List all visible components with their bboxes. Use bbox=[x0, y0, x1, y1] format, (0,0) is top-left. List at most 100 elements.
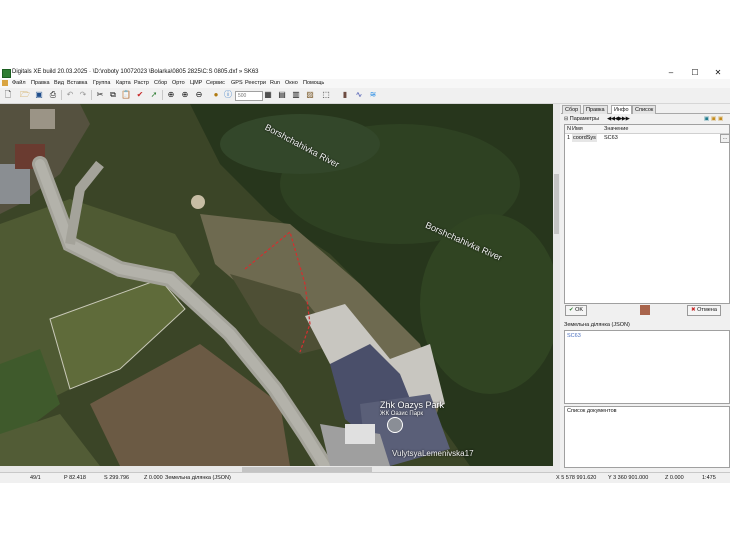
documents-list[interactable]: Список документов bbox=[564, 406, 730, 468]
ok-button[interactable]: ✔ OK bbox=[565, 305, 588, 316]
tab-info[interactable]: Инфо bbox=[611, 105, 632, 114]
parameters-row: ⊟ Параметры ◀◀◀▶▶▶ ▣ ▣ ▣ bbox=[564, 115, 728, 123]
info-icon[interactable]: ⓘ bbox=[223, 90, 233, 100]
cell-n: 1 bbox=[567, 135, 571, 141]
cell-value[interactable]: SC63 bbox=[604, 134, 618, 142]
open-icon[interactable]: ▣ bbox=[711, 115, 716, 123]
menu-gps[interactable]: GPS bbox=[231, 80, 243, 86]
status-z2: Z 0.000 bbox=[665, 475, 684, 481]
menu-view[interactable]: Вид bbox=[54, 80, 64, 86]
status-index: 49/1 bbox=[30, 475, 41, 481]
menu-help[interactable]: Помощь bbox=[303, 80, 324, 86]
menu-bar: Файл Правка Вид Вставка Группа Карта Рас… bbox=[0, 79, 730, 88]
status-y: Y 3 360 901.000 bbox=[608, 475, 649, 481]
menu-dem[interactable]: ЦМР bbox=[190, 80, 202, 86]
menu-collect[interactable]: Сбор bbox=[154, 80, 167, 86]
status-z: Z 0.000 bbox=[144, 475, 163, 481]
window-title: Digitals XE build 20.03.2025 · \D:\robot… bbox=[12, 69, 259, 75]
scale-input[interactable]: 500 bbox=[235, 91, 263, 101]
menu-ortho[interactable]: Орто bbox=[172, 80, 185, 86]
tab-list[interactable]: Список bbox=[632, 105, 657, 114]
undo-icon[interactable]: ↶ bbox=[65, 90, 75, 100]
tab-edit[interactable]: Правка bbox=[583, 105, 608, 114]
collapse-icon[interactable]: ⊟ bbox=[564, 116, 568, 122]
layers-icon[interactable]: ▦ bbox=[263, 90, 273, 100]
brush-icon[interactable]: ≋ bbox=[368, 90, 378, 100]
documents-label: Список документов bbox=[567, 408, 617, 414]
menu-edit[interactable]: Правка bbox=[31, 80, 50, 86]
table-icon[interactable]: ▤ bbox=[277, 90, 287, 100]
cancel-button[interactable]: ✖ Отмена bbox=[687, 305, 721, 316]
poi-subname: ЖК Оазис Парк bbox=[380, 411, 424, 417]
check-icon: ✔ bbox=[569, 307, 574, 313]
menu-service[interactable]: Сервис bbox=[206, 80, 225, 86]
menu-file[interactable]: Файл bbox=[12, 80, 26, 86]
paste-icon[interactable]: 📋 bbox=[121, 90, 131, 100]
poi-marker-icon[interactable] bbox=[387, 417, 403, 433]
select-mode-icon[interactable]: ⬚ bbox=[321, 90, 331, 100]
app-icon bbox=[2, 69, 11, 78]
status-area: S 299.796 bbox=[104, 475, 130, 481]
map-vertical-scrollbar[interactable] bbox=[553, 104, 560, 466]
toolbar: 🗋 🗁 ▣ ⎙ ↶ ↷ ✂ ⧉ 📋 ✔ ➚ ⊕ ⊕ ⊖ ● ⓘ 500 ▦ ▤ … bbox=[0, 88, 730, 104]
json-textbox[interactable]: SC63 bbox=[564, 330, 730, 404]
ok-label: OK bbox=[575, 307, 584, 313]
menu-window[interactable]: Окно bbox=[285, 80, 298, 86]
zoom-in-icon[interactable]: ⊕ bbox=[180, 90, 190, 100]
curve-icon[interactable]: ∿ bbox=[354, 90, 364, 100]
map-view[interactable]: Borshchahivka River Borshchahivka River … bbox=[0, 104, 553, 466]
side-panel: Сбор Правка Инфо Список ⊟ Параметры ◀◀◀▶… bbox=[561, 104, 730, 473]
hand-icon[interactable]: ● bbox=[211, 90, 221, 100]
poi-name: Zhk Oazys Park bbox=[380, 400, 445, 410]
menu-group[interactable]: Группа bbox=[93, 80, 110, 86]
header-value: Значение bbox=[604, 126, 629, 132]
copy-icon[interactable]: ⧉ bbox=[108, 90, 118, 100]
grid-header: N Имя Значение bbox=[565, 125, 729, 134]
stamp-icon[interactable]: ▨ bbox=[305, 90, 315, 100]
save-params-icon[interactable]: ▣ bbox=[718, 115, 723, 123]
check-icon[interactable]: ✔ bbox=[135, 90, 145, 100]
cross-icon: ✖ bbox=[691, 307, 696, 313]
header-name: Имя bbox=[572, 126, 583, 132]
image-icon[interactable] bbox=[640, 305, 650, 315]
zoom-out-icon[interactable]: ⊖ bbox=[194, 90, 204, 100]
status-perimeter: P 82.418 bbox=[64, 475, 86, 481]
menu-registry[interactable]: Реестри bbox=[245, 80, 266, 86]
open-folder-icon[interactable]: 🗁 bbox=[20, 90, 30, 100]
close-button[interactable]: ✕ bbox=[707, 66, 729, 79]
panel-tabs: Сбор Правка Инфо Список bbox=[561, 104, 730, 114]
zoom-extents-icon[interactable]: ⊕ bbox=[166, 90, 176, 100]
street-label: VulytsyaLemenivska17 bbox=[392, 449, 474, 458]
print-icon[interactable]: ⎙ bbox=[48, 90, 58, 100]
application-window: Digitals XE build 20.03.2025 · \D:\robot… bbox=[0, 66, 730, 483]
title-bar: Digitals XE build 20.03.2025 · \D:\robot… bbox=[0, 66, 730, 79]
record-nav-icons[interactable]: ◀◀◀▶▶▶ bbox=[607, 115, 630, 123]
settings-icon[interactable]: ▣ bbox=[704, 115, 709, 123]
pointer-icon[interactable]: ➚ bbox=[149, 90, 159, 100]
minimize-button[interactable]: – bbox=[660, 66, 682, 79]
menu-raster[interactable]: Растр bbox=[134, 80, 149, 86]
status-bar: 49/1 P 82.418 S 299.796 Z 0.000 Земельна… bbox=[0, 472, 730, 483]
document-icon bbox=[2, 80, 8, 86]
menu-insert[interactable]: Вставка bbox=[67, 80, 87, 86]
cut-icon[interactable]: ✂ bbox=[95, 90, 105, 100]
status-scale: 1:475 bbox=[702, 475, 716, 481]
table-row[interactable]: 1 coordSys SC63 … bbox=[565, 134, 730, 143]
header-n: N bbox=[567, 126, 571, 132]
menu-map[interactable]: Карта bbox=[116, 80, 131, 86]
tab-collect[interactable]: Сбор bbox=[562, 105, 582, 114]
satellite-image bbox=[0, 104, 553, 466]
status-layer: Земельна ділянка (JSON) bbox=[165, 475, 231, 481]
cell-name: coordSys bbox=[572, 134, 597, 142]
json-value: SC63 bbox=[567, 333, 581, 339]
parameters-grid: N Имя Значение 1 coordSys SC63 … bbox=[564, 124, 730, 304]
new-file-icon[interactable]: 🗋 bbox=[3, 90, 13, 100]
maximize-button[interactable]: ☐ bbox=[684, 66, 706, 79]
redo-icon[interactable]: ↷ bbox=[78, 90, 88, 100]
save-icon[interactable]: ▣ bbox=[34, 90, 44, 100]
ellipsis-button[interactable]: … bbox=[720, 134, 730, 143]
parameters-label: Параметры bbox=[569, 116, 600, 122]
chart-icon[interactable]: ▥ bbox=[291, 90, 301, 100]
ruler-icon[interactable]: ▮ bbox=[340, 90, 350, 100]
menu-run[interactable]: Run bbox=[270, 80, 280, 86]
